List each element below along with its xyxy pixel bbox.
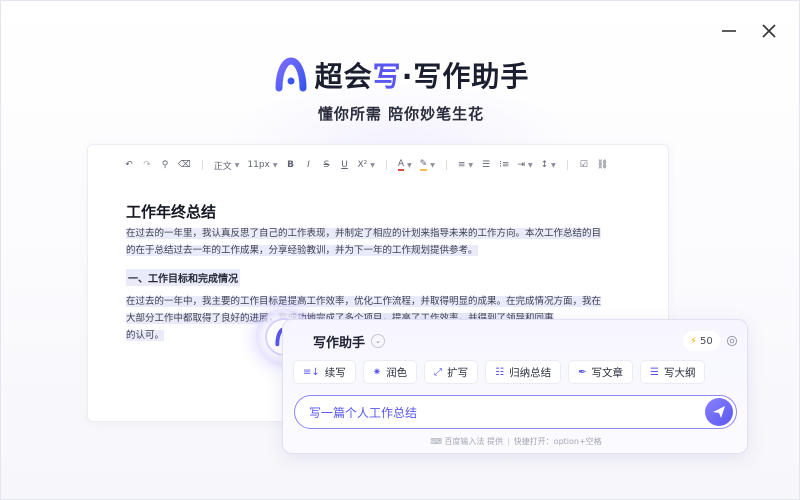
close-icon [762, 24, 776, 38]
credits-badge: ⚡ 50 [683, 331, 720, 351]
assistant-header: 写作助手 ⌄ [313, 331, 386, 351]
font-size-select[interactable]: 11px ▼ [247, 157, 277, 173]
continue-icon: ≡↓ [303, 366, 320, 378]
indent-button[interactable]: ⇥ ▼ [517, 157, 532, 173]
outline-icon: ☰ [650, 366, 659, 378]
expand-icon: ⤢ [434, 366, 443, 378]
brand-header: 超会写·写作助手 [1, 53, 799, 97]
chip-outline[interactable]: ☰ 写大纲 [640, 360, 706, 384]
superscript-button[interactable]: X² ▼ [358, 157, 375, 173]
action-chips: ≡↓ 续写 ✷ 润色 ⤢ 扩写 ☷ 归纳总结 ✒ 写文章 ☰ 写大纲 [293, 360, 706, 386]
editor-toolbar: ↶ ↷ ⚲ ⌫ 正文 ▼ 11px ▼ B I S U X² ▼ A ▼ ✎ ▼ ≡ ▼ ☰… [88, 153, 668, 177]
highlight-button[interactable]: ✎ ▼ [419, 157, 435, 173]
a-logo-icon [275, 57, 307, 92]
chevron-down-icon: ▼ [272, 161, 278, 169]
chevron-down-icon: ▼ [234, 161, 240, 169]
gear-icon [726, 335, 738, 347]
strike-button[interactable]: S [322, 157, 332, 173]
link-icon[interactable]: ⛓ [597, 157, 608, 173]
app-title: 超会写·写作助手 [314, 60, 530, 93]
pen-icon: ✒ [578, 366, 587, 378]
paragraph-intro: 在过去的一年里，我认真反思了自己的工作表现，并制定了相应的计划来指导未来的工作方… [126, 228, 602, 256]
paragraph-style-select[interactable]: 正文 ▼ [214, 157, 240, 173]
chip-expand[interactable]: ⤢ 扩写 [424, 360, 479, 384]
send-icon [713, 406, 725, 418]
line-height-button[interactable]: ↕ ▼ [541, 157, 556, 173]
chevron-down-icon[interactable]: ⌄ [371, 334, 386, 348]
highlight-icon: ✎ [419, 159, 428, 171]
align-icon: ≡ [457, 160, 466, 170]
document-title: 工作年终总结 [126, 203, 217, 221]
chip-summary[interactable]: ☷ 归纳总结 [485, 360, 562, 384]
italic-button[interactable]: I [304, 157, 314, 173]
minimize-button[interactable] [713, 15, 745, 47]
toolbar-divider [445, 160, 447, 170]
chip-polish[interactable]: ✷ 润色 [362, 360, 418, 384]
close-button[interactable] [753, 15, 785, 47]
indent-icon: ⇥ [517, 160, 525, 170]
minimize-icon [722, 30, 736, 32]
assistant-footer: ⌨ 百度输入法 提供 | 快捷打开：option+空格 [430, 437, 602, 446]
bullet-list-icon[interactable]: ☰ [481, 157, 491, 173]
toolbar-divider [566, 160, 568, 170]
slogan: 懂你所需 陪你妙笔生花 [317, 105, 485, 123]
prompt-input[interactable] [309, 405, 689, 419]
send-button[interactable] [705, 398, 733, 426]
settings-button[interactable] [723, 332, 741, 350]
keyboard-icon: ⌨ [430, 437, 442, 446]
redo-icon[interactable]: ↷ [142, 157, 152, 173]
line-height-icon: ↕ [540, 160, 549, 170]
eraser-icon[interactable]: ⌫ [178, 157, 191, 173]
undo-icon[interactable]: ↶ [124, 157, 134, 173]
checkbox-icon[interactable]: ☑ [579, 157, 589, 173]
toolbar-divider [385, 160, 387, 170]
bold-button[interactable]: B [286, 157, 296, 173]
section-heading: 一、工作目标和完成情况 [126, 269, 240, 286]
summary-icon: ☷ [495, 366, 505, 378]
lightning-icon: ⚡ [690, 335, 698, 347]
toolbar-divider [201, 160, 203, 170]
underline-button[interactable]: U [340, 157, 350, 173]
writing-assistant-panel: 写作助手 ⌄ ⚡ 50 ≡↓ 续写 ✷ 润色 ⤢ 扩写 ☷ 归纳总结 ✒ 写文章 ☰ 写大纲 [282, 319, 748, 454]
font-color-button[interactable]: A ▼ [397, 157, 412, 173]
app-window: 超会写·写作助手 懂你所需 陪你妙笔生花 ↶ ↷ ⚲ ⌫ 正文 ▼ 11px ▼ B… [0, 0, 800, 500]
polish-icon: ✷ [372, 366, 382, 378]
align-button[interactable]: ≡ ▼ [458, 157, 473, 173]
assistant-title: 写作助手 [313, 335, 366, 351]
prompt-box [294, 395, 737, 429]
chip-write-article[interactable]: ✒ 写文章 [568, 360, 634, 384]
ordered-list-icon[interactable]: ⁝≡ [499, 157, 509, 173]
format-painter-icon[interactable]: ⚲ [160, 157, 170, 173]
chip-continue[interactable]: ≡↓ 续写 [293, 360, 356, 384]
